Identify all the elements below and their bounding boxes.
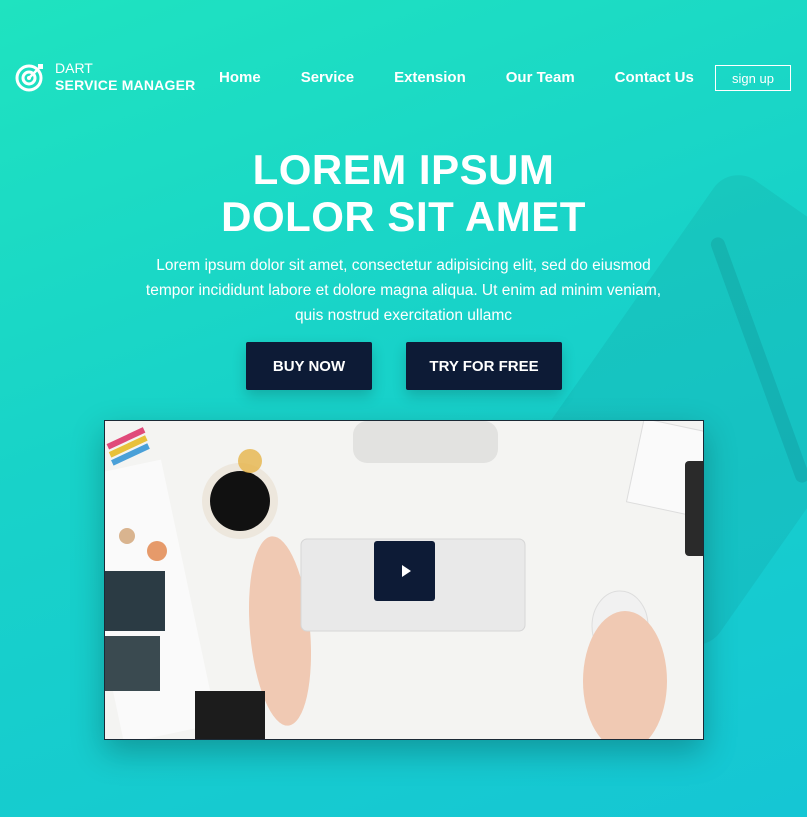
hero-description: Lorem ipsum dolor sit amet, consectetur … — [145, 257, 662, 324]
video-player[interactable] — [104, 420, 704, 740]
nav-service[interactable]: Service — [301, 69, 354, 86]
brand-text: DART SERVICE MANAGER — [55, 60, 195, 94]
signup-button[interactable]: sign up — [715, 65, 791, 91]
nav-contact-us[interactable]: Contact Us — [615, 69, 694, 86]
buy-now-button[interactable]: BUY NOW — [246, 342, 372, 390]
play-icon — [401, 565, 411, 577]
site-header: DART SERVICE MANAGER Home Service Extens… — [0, 0, 807, 160]
hero-title: LOREM IPSUM DOLOR SIT AMET — [0, 146, 807, 240]
play-button[interactable] — [374, 541, 435, 601]
try-for-free-button[interactable]: TRY FOR FREE — [406, 342, 562, 390]
brand-logo[interactable]: DART SERVICE MANAGER — [14, 60, 195, 94]
nav-extension[interactable]: Extension — [394, 69, 466, 86]
main-nav: Home Service Extension Our Team Contact … — [219, 69, 694, 86]
nav-our-team[interactable]: Our Team — [506, 69, 575, 86]
hero-title-line2: DOLOR SIT AMET — [221, 193, 586, 240]
hero-title-line1: LOREM IPSUM — [252, 146, 555, 193]
target-icon — [15, 64, 43, 92]
nav-home[interactable]: Home — [219, 69, 261, 86]
brand-line2: SERVICE MANAGER — [55, 77, 196, 93]
brand-line1: DART — [55, 60, 93, 76]
